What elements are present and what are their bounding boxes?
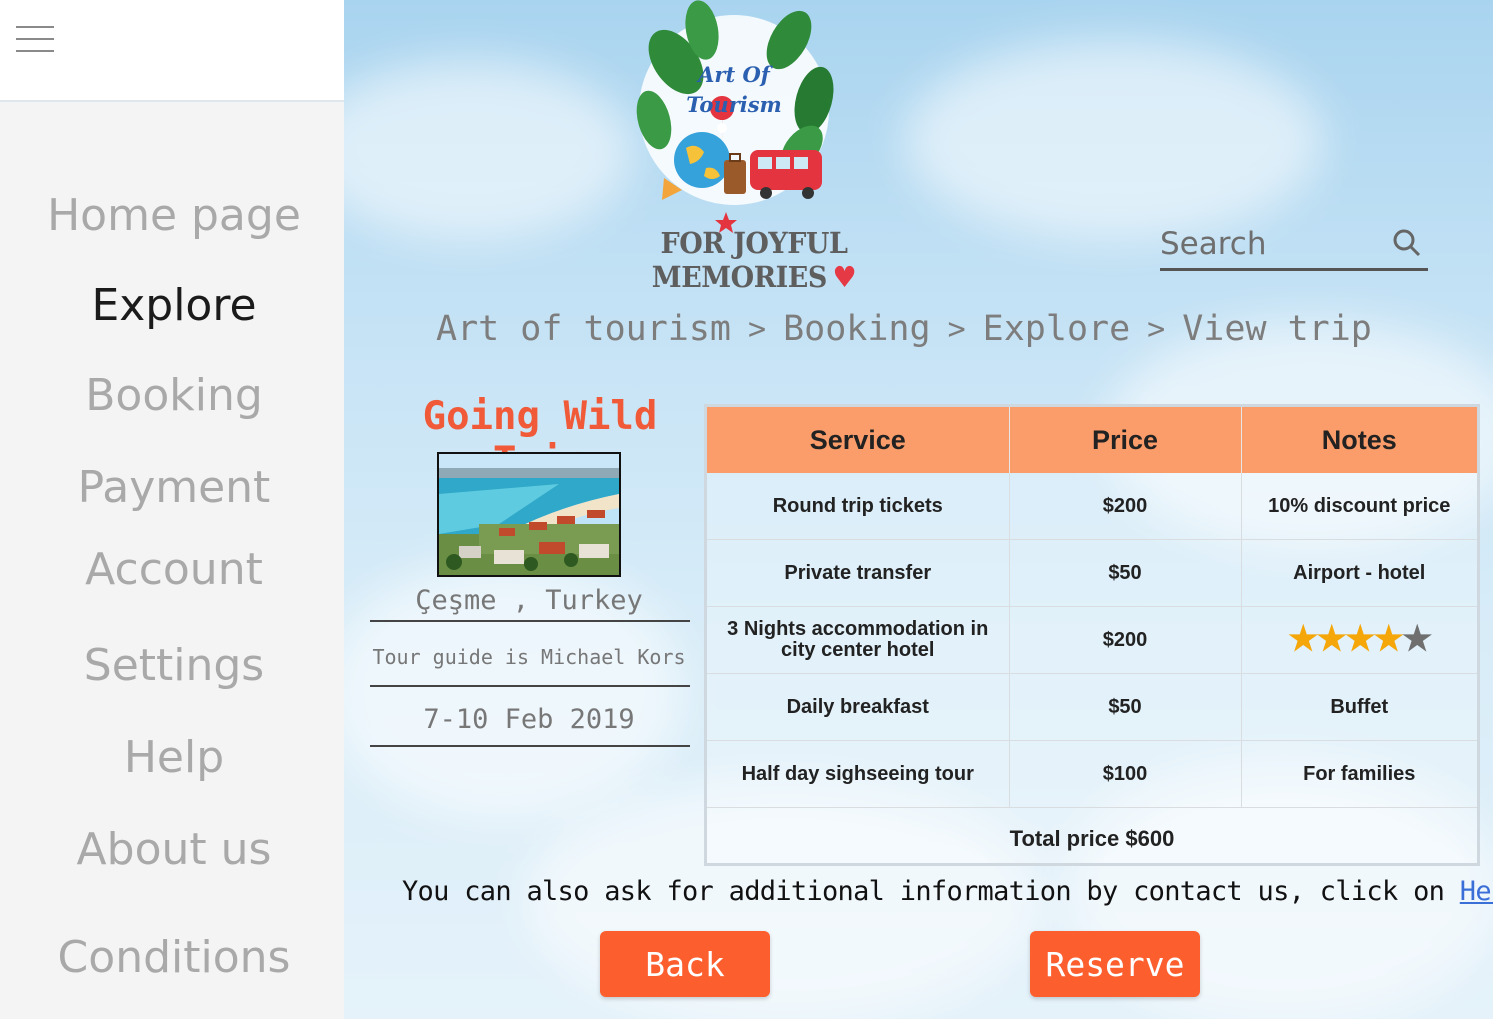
search-input[interactable]	[1160, 224, 1380, 264]
column-header-notes: Notes	[1241, 407, 1477, 473]
sidebar-item-explore[interactable]: Explore	[0, 284, 348, 328]
sidebar-item-booking[interactable]: Booking	[0, 374, 348, 418]
service-cell: Half day sighseeing tour	[707, 740, 1010, 808]
table-row: 3 Nights accommodation in city center ho…	[707, 606, 1477, 674]
price-cell: $200	[1009, 606, 1242, 674]
notes-cell: 10% discount price	[1241, 473, 1477, 540]
trip-dates: 7-10 Feb 2019	[423, 704, 635, 735]
sidebar-item-settings[interactable]: Settings	[0, 644, 348, 688]
price-cell: $100	[1009, 740, 1242, 808]
service-cell: Private transfer	[707, 539, 1010, 607]
info-message: You can also ask for additional informat…	[402, 876, 1460, 907]
breadcrumb-art-of-tourism[interactable]: Art of tourism	[436, 309, 731, 349]
heart-icon: ♥	[832, 260, 857, 294]
total-price: Total price $600	[1009, 826, 1175, 852]
table-row: Round trip tickets $200 10% discount pri…	[707, 473, 1477, 540]
table-row: Private transfer $50 Airport - hotel	[707, 539, 1477, 607]
table-row: Daily breakfast $50 Buffet	[707, 673, 1477, 741]
price-table: Service Price Notes Round trip tickets $…	[704, 404, 1480, 866]
table-row: Half day sighseeing tour $100 For famili…	[707, 740, 1477, 808]
sidebar-item-about-us[interactable]: About us	[0, 828, 348, 872]
divider	[370, 745, 690, 747]
price-cell: $50	[1009, 539, 1242, 607]
table-header-row: Service Price Notes	[707, 407, 1477, 473]
breadcrumb-booking[interactable]: Booking	[783, 309, 931, 349]
hamburger-menu-icon[interactable]	[16, 26, 54, 54]
sidebar-item-help[interactable]: Help	[0, 736, 348, 780]
logo-line2: Tourism	[686, 92, 782, 117]
notes-cell: Airport - hotel	[1241, 539, 1477, 607]
column-header-service: Service	[707, 407, 1010, 473]
back-button[interactable]: Back	[600, 931, 770, 997]
service-cell: 3 Nights accommodation in city center ho…	[707, 606, 1010, 674]
sidebar-item-home-page[interactable]: Home page	[0, 194, 348, 238]
star-filled-icon: ★	[1345, 620, 1376, 659]
trip-location: Çeşme , Turkey	[415, 585, 643, 616]
brand-tagline: FOR JOYFUL MEMORIES ♥	[559, 226, 950, 294]
notes-cell: For families	[1241, 740, 1477, 808]
notes-cell: Buffet	[1241, 673, 1477, 741]
service-cell: Round trip tickets	[707, 473, 1010, 540]
breadcrumb-separator: >	[1147, 311, 1166, 347]
sidebar-header	[0, 0, 344, 102]
sidebar-item-conditions[interactable]: Conditions	[0, 936, 348, 980]
breadcrumb-separator: >	[947, 311, 966, 347]
breadcrumb-view-trip: View trip	[1182, 309, 1372, 349]
service-cell: Daily breakfast	[707, 673, 1010, 741]
column-header-price: Price	[1009, 407, 1242, 473]
sidebar-item-account[interactable]: Account	[0, 548, 348, 592]
sidebar-item-payment[interactable]: Payment	[0, 466, 348, 510]
star-filled-icon: ★	[1288, 620, 1319, 659]
logo-line1: Art Of	[696, 62, 774, 87]
breadcrumb-separator: >	[748, 311, 767, 347]
divider	[370, 685, 690, 687]
search-bar	[1160, 222, 1428, 271]
price-cell: $50	[1009, 673, 1242, 741]
star-filled-icon: ★	[1373, 620, 1404, 659]
star-filled-icon: ★	[1316, 620, 1348, 659]
reserve-button[interactable]: Reserve	[1030, 931, 1200, 997]
brand-logo: Art Of Tourism	[624, 0, 844, 235]
info-text: You can also ask for additional informat…	[402, 876, 1493, 907]
main-content: Art Of Tourism FOR JOYFUL MEMORIES♥ Art …	[344, 0, 1493, 1019]
trip-guide: Tour guide is Michael Kors	[372, 645, 686, 669]
star-empty-icon: ★	[1401, 620, 1433, 659]
tagline-text: FOR JOYFUL MEMORIES	[651, 226, 848, 294]
sidebar-nav: Home page Explore Booking Payment Accoun…	[0, 102, 348, 1019]
divider	[370, 620, 690, 622]
breadcrumb: Art of tourism > Booking > Explore > View trip	[436, 308, 1372, 356]
search-icon[interactable]	[1392, 228, 1422, 258]
trip-photo	[437, 452, 621, 577]
star-rating: ★★★★★	[1288, 620, 1433, 659]
notes-cell: ★★★★★	[1241, 606, 1477, 674]
table-total-row: Total price $600	[707, 808, 1477, 871]
price-cell: $200	[1009, 473, 1242, 540]
help-link[interactable]: Help	[1460, 876, 1493, 907]
breadcrumb-explore[interactable]: Explore	[983, 309, 1131, 349]
